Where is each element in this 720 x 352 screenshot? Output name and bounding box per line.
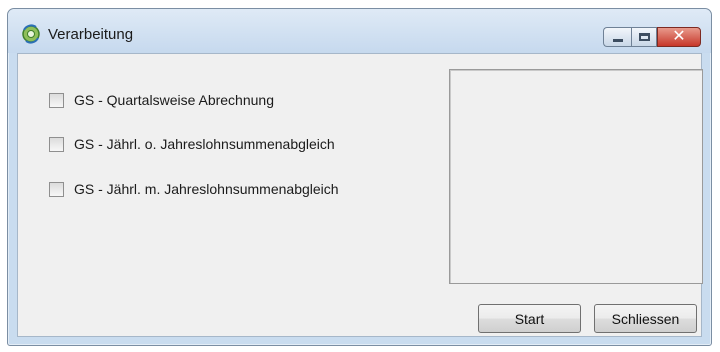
maximize-icon bbox=[639, 33, 650, 41]
gear-refresh-icon bbox=[22, 24, 40, 44]
option-jaehrl-mit-abgleich[interactable]: GS - Jährl. m. Jahreslohnsummenabgleich bbox=[49, 181, 339, 197]
title-bar[interactable]: Verarbeitung ✕ bbox=[8, 9, 711, 53]
dialog-client-area: GS - Quartalsweise Abrechnung GS - Jährl… bbox=[17, 53, 703, 337]
checkbox-jaehrl-mit-abgleich[interactable] bbox=[49, 181, 64, 197]
log-listbox[interactable] bbox=[449, 69, 703, 284]
option-label: GS - Jährl. o. Jahreslohnsummenabgleich bbox=[74, 136, 335, 152]
close-window-button[interactable]: ✕ bbox=[657, 26, 701, 47]
window-title: Verarbeitung bbox=[48, 26, 134, 43]
minimize-icon bbox=[613, 39, 623, 42]
option-quartalsweise[interactable]: GS - Quartalsweise Abrechnung bbox=[49, 92, 274, 108]
caption-buttons: ✕ bbox=[603, 26, 701, 47]
checkbox-jaehrl-ohne-abgleich[interactable] bbox=[49, 136, 64, 152]
minimize-button[interactable] bbox=[603, 27, 631, 47]
close-icon: ✕ bbox=[672, 26, 686, 45]
checkbox-quartalsweise[interactable] bbox=[49, 92, 64, 108]
option-label: GS - Quartalsweise Abrechnung bbox=[74, 92, 274, 108]
schliessen-button[interactable]: Schliessen bbox=[594, 304, 697, 333]
option-jaehrl-ohne-abgleich[interactable]: GS - Jährl. o. Jahreslohnsummenabgleich bbox=[49, 136, 335, 152]
maximize-button[interactable] bbox=[631, 27, 657, 47]
dialog-window: Verarbeitung ✕ GS - Quartalsweise Abrech… bbox=[7, 8, 712, 346]
option-label: GS - Jährl. m. Jahreslohnsummenabgleich bbox=[74, 181, 339, 197]
start-button[interactable]: Start bbox=[478, 304, 581, 333]
